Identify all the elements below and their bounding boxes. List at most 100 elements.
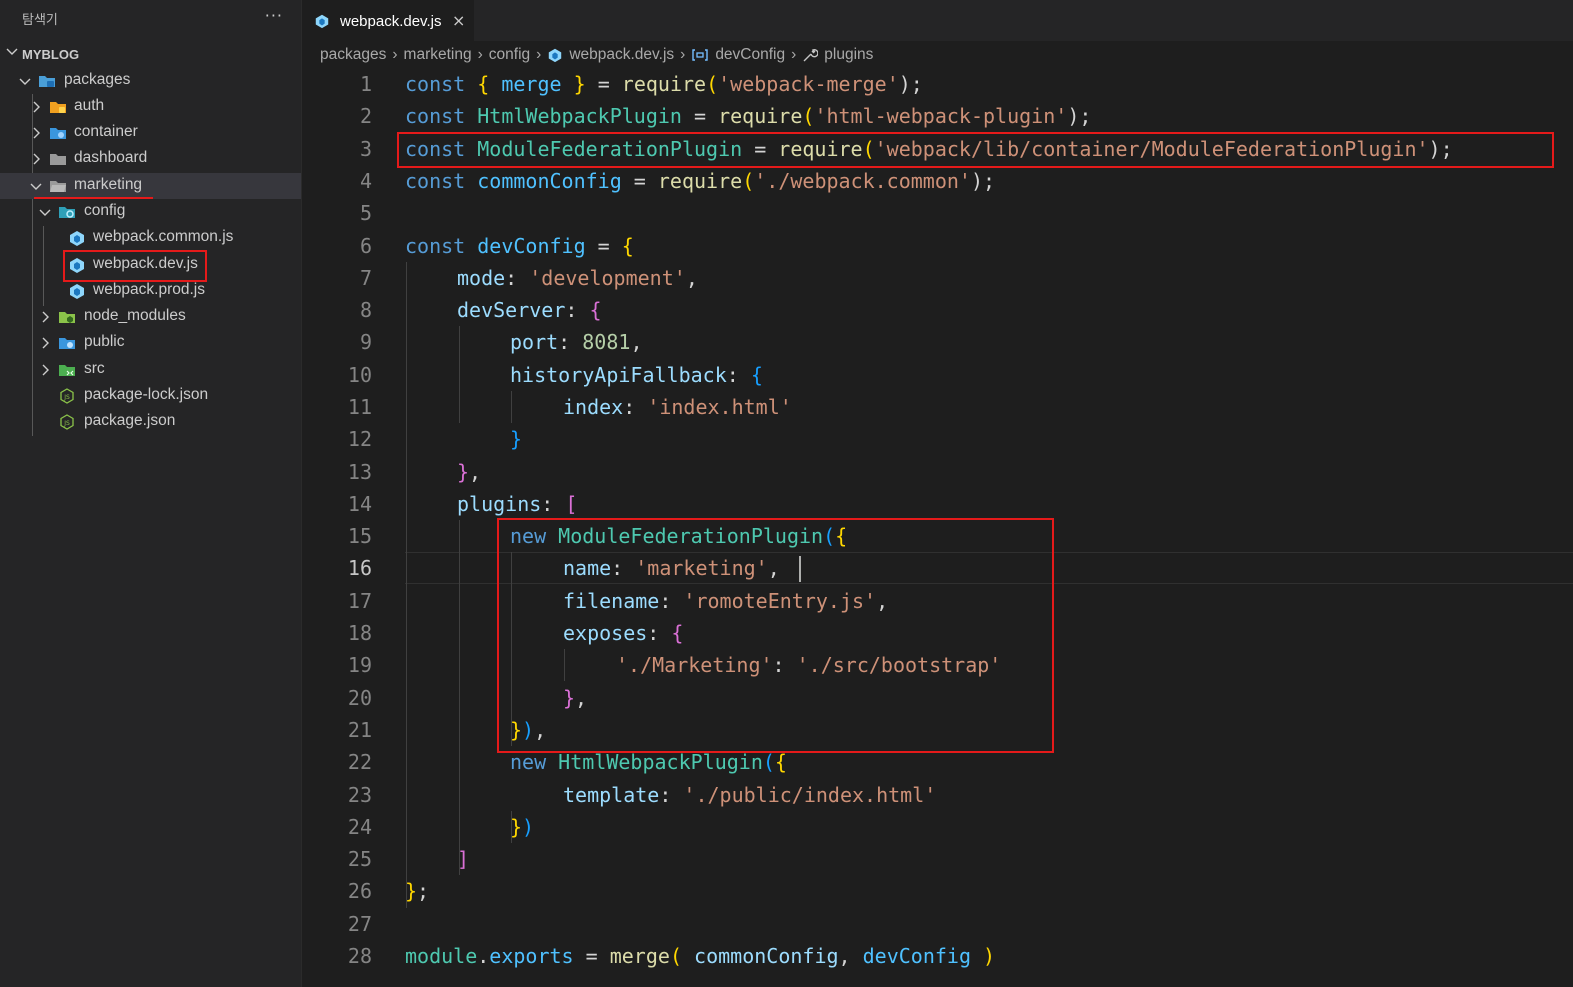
tree-item-label: package-lock.json [84, 386, 209, 403]
line-number: 28 [347, 944, 372, 968]
code-line-26: }; [405, 879, 430, 903]
tree-item-label: auth [74, 97, 105, 114]
tree-item-package-lock[interactable]: JS package-lock.json [0, 383, 301, 409]
tree-item-config[interactable]: config [0, 199, 301, 225]
tree-item-package-json[interactable]: JS package.json [0, 409, 301, 435]
tree-item-webpack-common[interactable]: webpack.common.js [0, 225, 301, 251]
tree-item-src[interactable]: src [0, 357, 301, 383]
close-icon[interactable]: × [452, 11, 465, 30]
wrench-icon [803, 49, 819, 62]
code-line-13: }, [457, 460, 482, 484]
tree-item-label: webpack.common.js [93, 228, 234, 245]
webpack-file-icon [70, 231, 84, 246]
tree-item-marketing[interactable]: marketing [0, 173, 301, 199]
line-number: 17 [347, 589, 372, 613]
breadcrumb-devconfig[interactable]: devConfig [715, 46, 785, 64]
tab-label: webpack.dev.js [340, 13, 442, 30]
workspace-root[interactable]: MYBLOG [0, 44, 301, 66]
folder-config-icon [59, 207, 75, 218]
breadcrumb: packages › marketing › config › webpack.… [320, 44, 873, 66]
chevron-right-icon [42, 337, 49, 349]
tree-item-label: packages [64, 71, 131, 88]
code-line-1: const { merge } = require('webpack-merge… [405, 72, 923, 96]
tree-item-webpack-prod[interactable]: webpack.prod.js [0, 278, 301, 304]
highlight-box-require [397, 132, 1554, 168]
line-number: 20 [347, 686, 372, 710]
indent-guide [459, 326, 460, 423]
line-number: 9 [359, 330, 372, 354]
breadcrumb-file[interactable]: webpack.dev.js [569, 46, 674, 64]
breadcrumb-separator-icon: › [477, 46, 483, 63]
breadcrumb-separator-icon: › [791, 46, 797, 63]
chevron-down-icon [39, 209, 51, 216]
line-number: 27 [347, 912, 372, 936]
line-number: 15 [347, 524, 372, 548]
folder-open-icon [50, 181, 66, 192]
line-number: 21 [347, 718, 372, 742]
tree-item-node-modules[interactable]: node_modules [0, 304, 301, 330]
folder-container-icon [50, 128, 66, 139]
line-number: 6 [359, 234, 372, 258]
explorer-title: 탐색기 [22, 12, 58, 27]
breadcrumb-config[interactable]: config [489, 46, 530, 64]
code-line-11: index: 'index.html' [563, 395, 792, 419]
tree-item-label: config [84, 202, 126, 219]
highlight-box-plugin [497, 518, 1054, 753]
chevron-right-icon [33, 101, 40, 113]
line-number: 11 [347, 395, 372, 419]
line-number: 8 [359, 298, 372, 322]
chevron-down-icon [30, 183, 42, 190]
svg-text:JS: JS [63, 394, 70, 401]
code-line-25: ] [457, 847, 470, 871]
nodejs-file-icon: JS [60, 414, 74, 430]
code-line-24: }) [510, 815, 535, 839]
tree-item-dashboard[interactable]: dashboard [0, 146, 301, 172]
code-line-2: const HtmlWebpackPlugin = require('html-… [405, 104, 1092, 128]
line-number: 18 [347, 621, 372, 645]
code-line-28: module.exports = merge( commonConfig, de… [405, 944, 996, 968]
line-number: 1 [359, 72, 372, 96]
line-number: 13 [347, 460, 372, 484]
line-number: 26 [347, 879, 372, 903]
folder-node-icon [59, 312, 75, 323]
tree-item-public[interactable]: public [0, 330, 301, 356]
workspace-root-label: MYBLOG [22, 47, 80, 62]
line-number-active: 16 [347, 556, 372, 580]
tree-item-label: package.json [84, 412, 176, 429]
tree-item-auth[interactable]: auth [0, 94, 301, 120]
line-number: 10 [347, 363, 372, 387]
breadcrumb-plugins[interactable]: plugins [824, 46, 873, 64]
line-number: 5 [359, 201, 372, 225]
indent-guide [406, 262, 407, 908]
line-number: 19 [347, 653, 372, 677]
code-line-4: const commonConfig = require('./webpack.… [405, 169, 996, 193]
code-line-12: } [510, 427, 523, 451]
breadcrumb-separator-icon: › [680, 46, 686, 63]
line-number: 14 [347, 492, 372, 516]
webpack-file-icon [70, 284, 84, 299]
indent-guide [459, 520, 460, 875]
tree-item-label: src [84, 360, 105, 377]
more-actions-icon[interactable]: ··· [265, 6, 283, 25]
code-line-7: mode: 'development', [457, 266, 698, 290]
breadcrumb-separator-icon: › [536, 46, 542, 63]
tree-item-label: public [84, 333, 125, 350]
svg-text:JS: JS [63, 420, 70, 427]
line-number: 7 [359, 266, 372, 290]
code-line-10: historyApiFallback: { [510, 363, 763, 387]
code-line-6: const devConfig = { [405, 234, 634, 258]
breadcrumb-packages[interactable]: packages [320, 46, 386, 64]
breadcrumb-separator-icon: › [392, 46, 398, 63]
line-number: 3 [359, 137, 372, 161]
breadcrumb-marketing[interactable]: marketing [404, 46, 472, 64]
folder-icon [50, 154, 66, 165]
tree-item-packages[interactable]: packages [0, 68, 301, 94]
line-number: 2 [359, 104, 372, 128]
tree-item-label: dashboard [74, 149, 148, 166]
tree-item-container[interactable]: container [0, 120, 301, 146]
line-number: 25 [347, 847, 372, 871]
line-number: 22 [347, 750, 372, 774]
tab-webpack-dev[interactable]: webpack.dev.js × [302, 0, 474, 42]
line-number: 4 [359, 169, 372, 193]
indent-guide [511, 391, 512, 423]
